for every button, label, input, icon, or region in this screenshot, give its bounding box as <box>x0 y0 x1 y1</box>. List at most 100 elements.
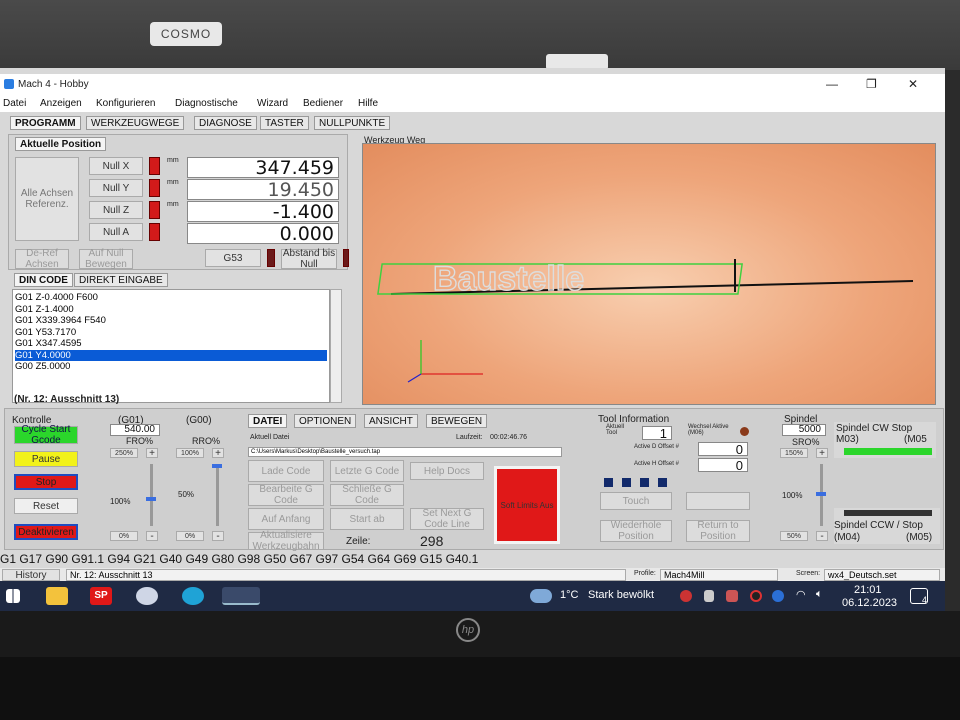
history-button[interactable]: History <box>2 569 60 581</box>
fro-min-button[interactable]: 0% <box>110 531 138 541</box>
sro-max-button[interactable]: 150% <box>780 448 808 458</box>
all-axes-ref-button[interactable]: Alle Achsen Referenz. <box>15 157 79 241</box>
z-dro[interactable]: -1.400 <box>187 201 339 222</box>
minimize-icon[interactable]: — <box>826 77 838 91</box>
gcode-line[interactable]: G01 Y53.7170 <box>15 327 76 338</box>
set-next-line-button[interactable]: Set Next G Code Line <box>410 508 484 530</box>
mach4-taskbar-icon[interactable] <box>222 587 260 605</box>
tray-icon-2[interactable] <box>704 590 714 602</box>
toolpath-view[interactable]: Baustelle <box>362 143 936 405</box>
tab-programm[interactable]: PROGRAMM <box>10 116 81 130</box>
gcode-line[interactable]: G01 X339.3964 F540 <box>15 315 106 326</box>
menu-bediener[interactable]: Bediener <box>303 98 343 109</box>
fro-max-button[interactable]: 250% <box>110 448 138 458</box>
maximize-icon[interactable]: ❐ <box>866 77 877 91</box>
close-icon[interactable]: ✕ <box>908 77 918 91</box>
rro-max-button[interactable]: 100% <box>176 448 204 458</box>
rro-slider-knob[interactable] <box>212 464 222 468</box>
tab-werkzeugwege[interactable]: WERKZEUGWEGE <box>86 116 185 130</box>
goto-zero-button[interactable]: Auf Null Bewegen <box>79 248 133 270</box>
pause-button[interactable]: Pause <box>14 451 78 467</box>
g53-button[interactable]: G53 <box>205 249 261 267</box>
tab-datei[interactable]: DATEI <box>248 414 288 428</box>
tab-ansicht[interactable]: ANSICHT <box>364 414 418 428</box>
reset-button[interactable]: Reset <box>14 498 78 514</box>
rro-min-button[interactable]: 0% <box>176 531 204 541</box>
menu-konfigurieren[interactable]: Konfigurieren <box>96 98 155 109</box>
app-icon-cloud[interactable] <box>136 587 158 605</box>
windows-start-icon[interactable] <box>6 589 20 603</box>
weather-temp[interactable]: 1°C <box>560 589 578 601</box>
gcode-line[interactable]: G01 Y4.0000 <box>15 349 327 361</box>
deactivate-button[interactable]: Deaktivieren <box>14 524 78 540</box>
fro-minus-button[interactable]: - <box>146 531 158 542</box>
current-tool-field[interactable]: 1 <box>642 426 672 441</box>
touch-spare-button[interactable] <box>686 492 750 510</box>
regenerate-toolpath-button[interactable]: Aktualisiere Werkzeugbahn <box>248 530 324 552</box>
rro-slider[interactable] <box>216 464 219 526</box>
help-docs-button[interactable]: Help Docs <box>410 462 484 480</box>
tab-nullpunkte[interactable]: NULLPUNKTE <box>314 116 391 130</box>
menu-datei[interactable]: Datei <box>3 98 26 109</box>
edge-browser-icon[interactable] <box>182 587 204 605</box>
spindle-speed-field[interactable]: 5000 <box>782 424 826 436</box>
menu-anzeigen[interactable]: Anzeigen <box>40 98 82 109</box>
y-dro[interactable]: 19.450 <box>187 179 339 200</box>
sro-minus-button[interactable]: - <box>816 531 828 542</box>
tab-din-code[interactable]: DIN CODE <box>14 273 73 287</box>
tab-direkt-eingabe[interactable]: DIREKT EINGABE <box>74 273 168 287</box>
tray-icon-4[interactable] <box>750 590 762 602</box>
d-offset-field[interactable]: 0 <box>698 442 748 457</box>
a-dro[interactable]: 0.000 <box>187 223 339 244</box>
recent-code-button[interactable]: Letzte G Code <box>330 460 404 482</box>
zero-x-button[interactable]: Null X <box>89 157 143 175</box>
distance-to-go-button[interactable]: Abstand bis Null <box>281 248 337 270</box>
edit-code-button[interactable]: Bearbeite G Code <box>248 484 324 506</box>
fro-slider-knob[interactable] <box>146 497 156 501</box>
cycle-start-button[interactable]: Cycle Start Gcode <box>14 424 78 446</box>
notifications-icon[interactable]: 4 <box>910 588 928 605</box>
menu-hilfe[interactable]: Hilfe <box>358 98 378 109</box>
file-explorer-icon[interactable] <box>46 587 68 605</box>
h-offset-field[interactable]: 0 <box>698 458 748 473</box>
tray-icon-5[interactable] <box>772 590 784 602</box>
tray-icon-1[interactable] <box>680 590 692 602</box>
zero-a-button[interactable]: Null A <box>89 223 143 241</box>
weather-text[interactable]: Stark bewölkt <box>588 589 654 601</box>
gcode-scrollbar[interactable] <box>330 289 342 403</box>
x-dro[interactable]: 347.459 <box>187 157 339 178</box>
tab-bewegen[interactable]: BEWEGEN <box>426 414 488 428</box>
load-code-button[interactable]: Lade Code <box>248 460 324 482</box>
sro-slider-knob[interactable] <box>816 492 826 496</box>
menu-diagnostische[interactable]: Diagnostische <box>175 98 238 109</box>
touch-button[interactable]: Touch <box>600 492 672 510</box>
fro-plus-button[interactable]: + <box>146 448 158 459</box>
stop-button[interactable]: Stop <box>14 474 78 490</box>
run-from-here-button[interactable]: Start ab <box>330 508 404 530</box>
zero-y-button[interactable]: Null Y <box>89 179 143 197</box>
spindle-cw-button[interactable]: Spindel CW Stop M03) (M05 <box>834 422 936 458</box>
gcode-list[interactable]: G01 Z-0.4000 F600 G01 Z-1.4000 G01 X339.39… <box>12 289 330 403</box>
gcode-line[interactable]: G00 Z5.0000 <box>15 361 70 372</box>
soft-limits-button[interactable]: Soft Limits Aus <box>494 466 560 544</box>
tray-icon-3[interactable] <box>726 590 738 602</box>
deref-button[interactable]: De-Ref Achsen <box>15 248 69 270</box>
tab-taster[interactable]: TASTER <box>260 116 309 130</box>
gcode-line[interactable]: G01 Z-1.4000 <box>15 304 74 315</box>
volume-icon[interactable]: 🔈︎ <box>816 588 823 601</box>
menu-wizard[interactable]: Wizard <box>257 98 288 109</box>
wifi-icon[interactable]: ◠ <box>796 588 806 601</box>
spindle-ccw-button[interactable]: Spindel CCW / Stop (M04) (M05) <box>834 508 940 544</box>
sro-plus-button[interactable]: + <box>816 448 828 459</box>
feed-rate-field[interactable]: 540.00 <box>110 424 160 436</box>
repeat-position-button[interactable]: Wiederhole Position <box>600 520 672 542</box>
close-code-button[interactable]: Schließe G Code <box>330 484 404 506</box>
clock-date[interactable]: 06.12.2023 <box>842 597 897 609</box>
return-position-button[interactable]: Return to Position <box>686 520 750 542</box>
rro-minus-button[interactable]: - <box>212 531 224 542</box>
file-path-field[interactable]: C:\Users\Markus\Desktop\Baustelle_versuc… <box>248 447 562 457</box>
sp-app-icon[interactable]: SP <box>90 587 112 605</box>
gcode-line[interactable]: G01 Z-0.4000 F600 <box>15 292 98 303</box>
zero-z-button[interactable]: Null Z <box>89 201 143 219</box>
tab-optionen[interactable]: OPTIONEN <box>294 414 357 428</box>
